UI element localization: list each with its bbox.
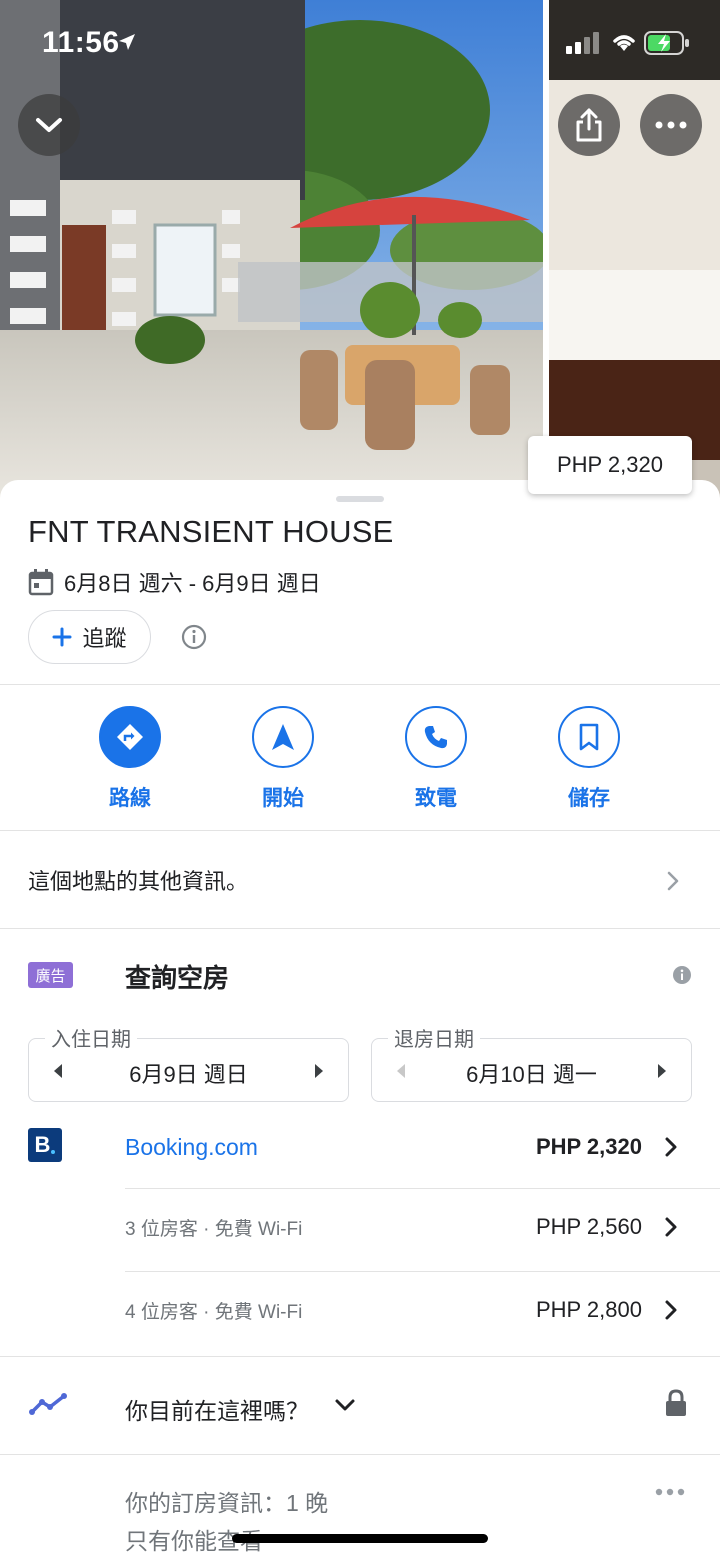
divider <box>0 830 720 831</box>
trend-line-icon <box>29 1393 67 1415</box>
booking-info-nights: 你的訂房資訊：1 晚 <box>125 1490 329 1516</box>
chevron-right-icon <box>667 871 679 891</box>
more-info-label: 這個地點的其他資訊。 <box>28 869 249 894</box>
booking-logo: B <box>28 1128 62 1162</box>
chevron-down-icon[interactable] <box>334 1398 356 1412</box>
battery-charging-icon <box>644 31 689 55</box>
save-circle <box>558 706 620 768</box>
wifi-icon <box>613 35 635 51</box>
location-arrow-icon <box>119 34 135 50</box>
chevron-down-icon <box>36 118 62 132</box>
next-date-icon[interactable] <box>657 1063 667 1079</box>
follow-button[interactable]: 追蹤 <box>28 610 151 664</box>
more-horizontal-icon[interactable] <box>655 1488 685 1496</box>
divider <box>125 1188 720 1189</box>
check-out-legend: 退房日期 <box>388 1023 480 1052</box>
offer-provider: Booking.com <box>125 1134 258 1160</box>
divider <box>125 1271 720 1272</box>
status-bar: 11:56 <box>0 0 720 80</box>
chevron-right-icon <box>665 1137 677 1157</box>
plus-icon <box>52 627 72 647</box>
calendar-icon <box>28 569 54 596</box>
photo-carousel[interactable]: 11:56 <box>0 0 720 500</box>
place-title: FNT TRANSIENT HOUSE <box>28 514 394 549</box>
are-you-here-row[interactable]: 你目前在這裡嗎？ <box>0 1356 720 1454</box>
info-icon[interactable] <box>672 965 692 985</box>
place-sheet: FNT TRANSIENT HOUSE 6月8日 週六 - 6月9日 週日 追蹤… <box>0 480 720 1558</box>
call-circle <box>405 706 467 768</box>
call-button[interactable]: 致電 <box>386 706 486 812</box>
sheet-grabber[interactable] <box>336 496 384 502</box>
check-out-value: 6月10日 週一 <box>466 1062 597 1087</box>
offer-description: 3 位房客 · 免費 Wi-Fi <box>125 1219 303 1240</box>
follow-label: 追蹤 <box>82 626 127 651</box>
offer-row[interactable]: Booking.com PHP 2,320 <box>125 1134 720 1216</box>
action-bar: 路線 開始 致電 儲存 <box>0 706 720 816</box>
start-circle <box>252 706 314 768</box>
are-you-here-text: 你目前在這裡嗎？ <box>125 1398 309 1424</box>
offer-row[interactable]: 3 位房客 · 免費 Wi-Fi PHP 2,560 <box>125 1214 720 1296</box>
photo-price-chip[interactable]: PHP 2,320 <box>528 436 692 494</box>
call-label: 致電 <box>415 787 457 810</box>
stay-dates-text: 6月8日 週六 - 6月9日 週日 <box>64 571 321 596</box>
save-label: 儲存 <box>568 787 610 810</box>
bookmark-icon <box>579 723 599 751</box>
chevron-right-icon <box>665 1217 677 1237</box>
home-indicator[interactable] <box>232 1534 488 1543</box>
share-button[interactable] <box>558 94 620 156</box>
booking-info: 你的訂房資訊：1 晚 只有你能查看 <box>125 1484 328 1558</box>
chevron-right-icon <box>665 1300 677 1320</box>
next-date-icon[interactable] <box>314 1063 324 1079</box>
navigation-arrow-icon <box>272 724 294 750</box>
lock-icon <box>666 1389 686 1416</box>
check-in-legend: 入住日期 <box>45 1023 137 1052</box>
divider <box>0 684 720 685</box>
offer-price: PHP 2,320 <box>535 1134 642 1159</box>
divider <box>0 1454 720 1455</box>
info-icon[interactable] <box>181 624 207 650</box>
ad-badge: 廣告 <box>28 962 73 988</box>
more-info-row[interactable]: 這個地點的其他資訊。 <box>0 832 720 928</box>
share-icon <box>576 108 602 142</box>
availability-title: 查詢空房 <box>125 963 230 993</box>
offer-description: 4 位房客 · 免費 Wi-Fi <box>125 1302 303 1323</box>
divider <box>0 928 720 929</box>
more-horizontal-icon <box>655 121 687 129</box>
cellular-signal-icon <box>566 32 599 54</box>
check-out-selector[interactable]: 退房日期 6月10日 週一 <box>371 1023 692 1102</box>
status-time: 11:56 <box>42 26 120 59</box>
offer-price: PHP 2,800 <box>535 1297 642 1322</box>
directions-button[interactable]: 路線 <box>80 706 180 812</box>
collapse-button[interactable] <box>18 94 80 156</box>
directions-icon <box>117 724 143 750</box>
start-button[interactable]: 開始 <box>233 706 333 812</box>
check-in-value: 6月9日 週日 <box>129 1062 248 1087</box>
stay-dates[interactable]: 6月8日 週六 - 6月9日 週日 <box>28 566 321 598</box>
offer-price: PHP 2,560 <box>535 1214 642 1239</box>
check-in-selector[interactable]: 入住日期 6月9日 週日 <box>28 1023 349 1102</box>
phone-icon <box>424 726 447 749</box>
more-options-button[interactable] <box>640 94 702 156</box>
save-button[interactable]: 儲存 <box>539 706 639 812</box>
directions-circle <box>99 706 161 768</box>
directions-label: 路線 <box>109 787 151 810</box>
start-label: 開始 <box>262 787 304 810</box>
